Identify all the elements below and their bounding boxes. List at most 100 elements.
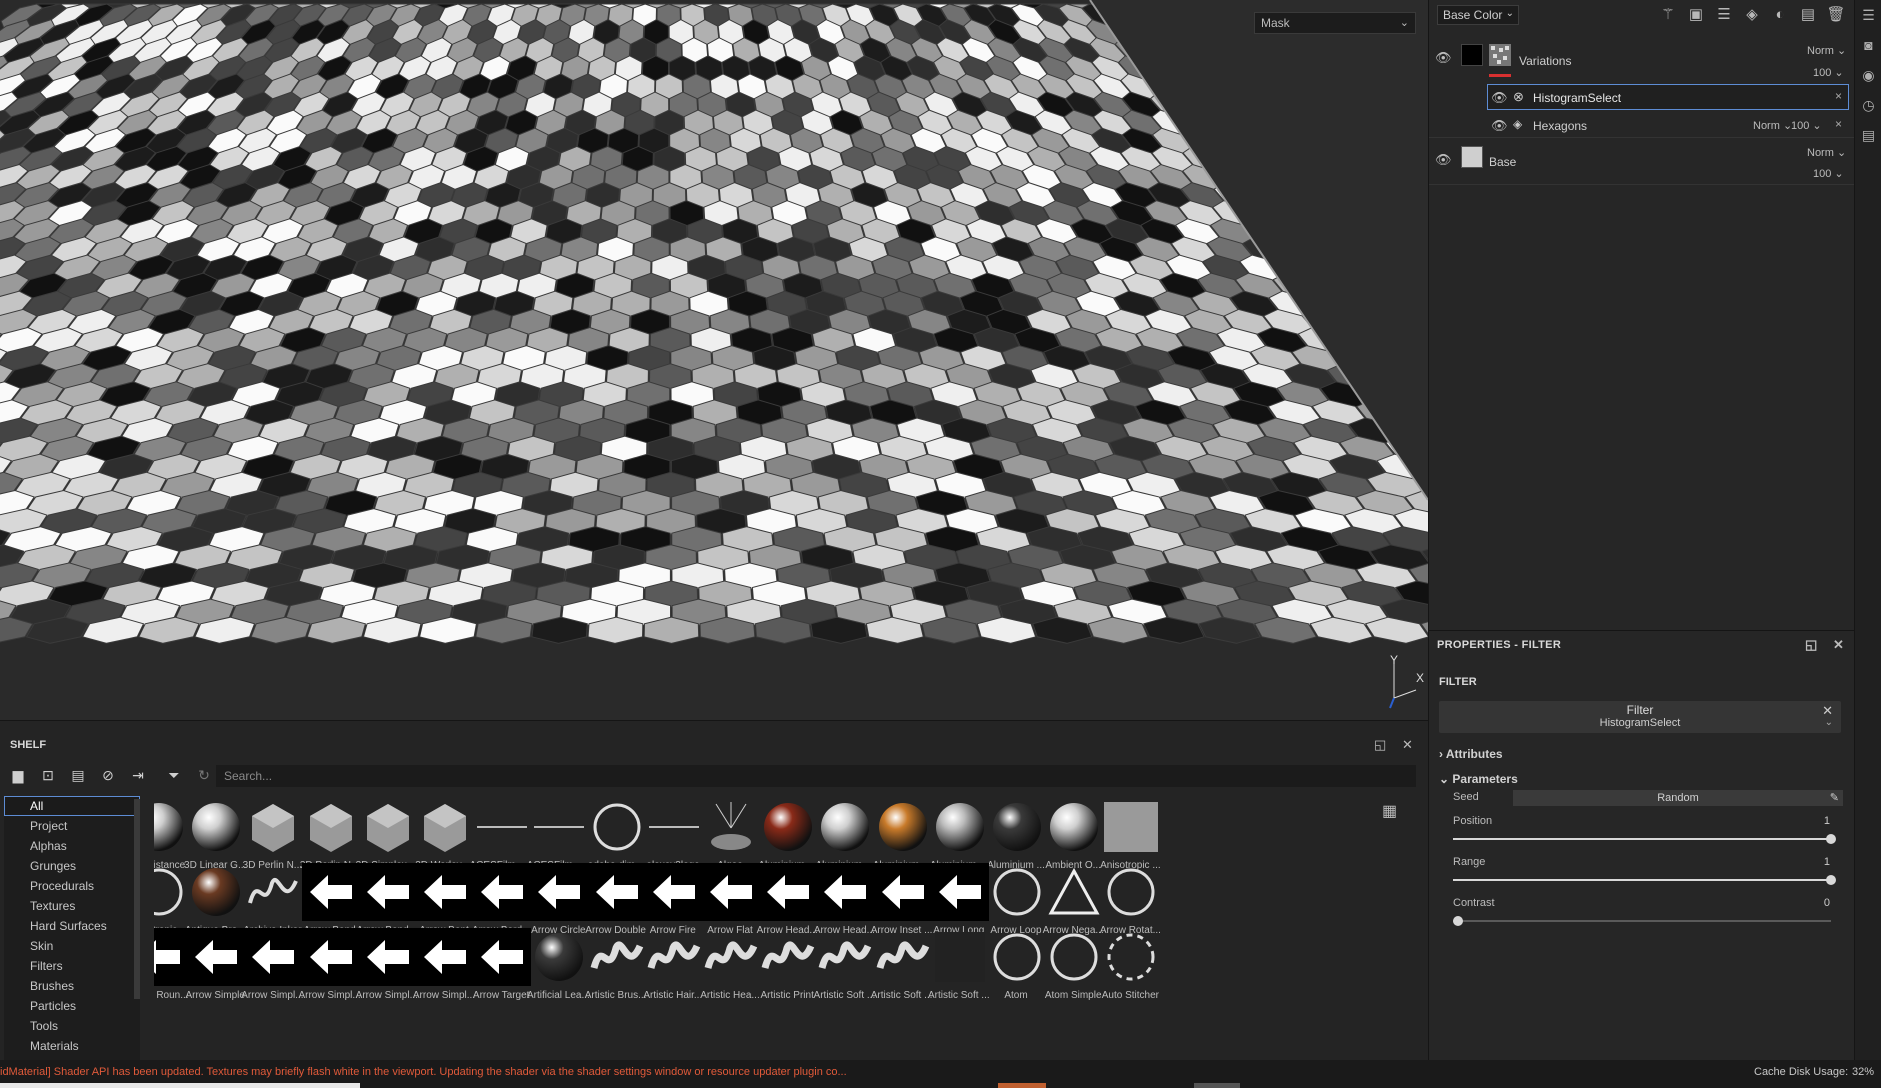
new-item-icon[interactable]: ⊡ — [38, 765, 58, 785]
contrast-slider[interactable] — [1453, 920, 1831, 922]
hexagon-floor-render — [0, 0, 1428, 720]
category-item[interactable]: All — [4, 796, 140, 816]
shelf-item-thumbnail — [1045, 798, 1103, 856]
category-item[interactable]: Grunges — [4, 856, 140, 876]
attributes-section[interactable]: › Attributes — [1439, 747, 1503, 761]
visibility-eye-icon[interactable]: 👁 — [1491, 90, 1509, 105]
filter-heading: FILTER — [1439, 676, 1477, 688]
archive-icon[interactable]: ▤ — [68, 765, 88, 785]
shelf-item-thumbnail — [988, 798, 1046, 856]
blend-mode[interactable]: Norm ⌄ — [1753, 119, 1792, 132]
parameters-section[interactable]: ⌄ Parameters — [1439, 772, 1518, 786]
cache-value: 32% — [1852, 1066, 1875, 1078]
import-icon[interactable]: ⇥ — [128, 765, 148, 785]
pencil-icon[interactable]: ✎ — [1830, 790, 1839, 806]
channel-select[interactable]: Base Color ⌄ — [1437, 5, 1519, 25]
shelf-item-thumbnail — [931, 928, 989, 986]
shelf-search-input[interactable]: Search... — [216, 765, 1416, 787]
filter-selector[interactable]: Filter HistogramSelect ✕ ⌄ — [1439, 701, 1841, 733]
axis-x-label: X — [1416, 671, 1424, 685]
category-item[interactable]: Skin — [4, 936, 140, 956]
category-item[interactable]: Particles — [4, 996, 140, 1016]
visibility-eye-icon[interactable]: 👁 — [1491, 118, 1509, 133]
trash-icon[interactable]: 🗑 — [1826, 4, 1846, 24]
categories-scrollbar[interactable] — [134, 799, 140, 999]
shelf-item-thumbnail — [988, 863, 1046, 921]
shelf-item-thumbnail — [645, 928, 703, 986]
layer-base[interactable]: 👁 Base Norm ⌄ 100 ⌄ — [1429, 140, 1855, 182]
category-item[interactable]: Tools — [4, 1016, 140, 1036]
range-value[interactable]: 1 — [1824, 856, 1830, 868]
chevron-down-icon[interactable]: ⌄ — [1825, 717, 1833, 728]
visibility-eye-icon[interactable]: 👁 — [1435, 152, 1453, 167]
layer-opacity[interactable]: 100 ⌄ — [1813, 167, 1844, 180]
environment-icon[interactable]: ◉ — [1855, 60, 1881, 90]
shelf-categories: All Project Alphas Grunges Procedurals Textur… — [4, 796, 140, 1061]
category-item[interactable]: Materials — [4, 1036, 140, 1056]
camera-icon[interactable]: ◙ — [1855, 30, 1881, 60]
random-seed-button[interactable]: Random ✎ — [1513, 790, 1843, 806]
position-slider[interactable] — [1453, 838, 1831, 840]
magic-wand-icon[interactable]: ⚚ — [1658, 4, 1678, 24]
shelf-item-thumbnail — [816, 928, 874, 986]
shelf-item[interactable]: Auto Stitcher — [1096, 928, 1164, 1006]
layer-variations[interactable]: 👁 Variations Norm ⌄ 100 ⌄ — [1429, 36, 1855, 79]
maximize-icon[interactable]: ◱ — [1805, 637, 1818, 653]
folder-icon[interactable]: ▆ — [8, 765, 28, 785]
category-item[interactable]: Project — [4, 816, 140, 836]
layer-histogramselect[interactable]: 👁 ⊗ HistogramSelect × — [1429, 84, 1855, 110]
shelf-item-thumbnail — [759, 798, 817, 856]
history-icon[interactable]: ◷ — [1855, 90, 1881, 120]
layer-content-thumbnail[interactable] — [1461, 146, 1483, 168]
category-item[interactable]: Alphas — [4, 836, 140, 856]
viewport-mode-select[interactable]: Mask ⌄ — [1254, 12, 1416, 34]
blend-mode[interactable]: Norm ⌄ — [1807, 146, 1846, 159]
shelf-item-thumbnail — [702, 798, 760, 856]
shelf-item-thumbnail — [473, 798, 531, 856]
tab-indicator — [998, 1083, 1046, 1088]
range-slider[interactable] — [1453, 879, 1831, 881]
layer-opacity[interactable]: 100 ⌄ — [1813, 66, 1844, 79]
layer-mask-thumbnail[interactable] — [1461, 44, 1483, 66]
close-icon[interactable]: ✕ — [1833, 637, 1844, 653]
maximize-icon[interactable]: ◱ — [1374, 737, 1386, 753]
refresh-icon[interactable]: ↻ — [194, 765, 214, 785]
grid-view-icon[interactable]: ▦ — [1382, 801, 1397, 821]
close-icon[interactable]: ✕ — [1402, 737, 1413, 753]
effect-icon[interactable]: ◐ — [1770, 4, 1790, 24]
range-slider-knob[interactable] — [1826, 875, 1836, 885]
axis-y-label: Y — [1390, 653, 1398, 667]
layer-stack-icon[interactable]: ☰ — [1714, 4, 1734, 24]
shelf-item-thumbnail — [530, 798, 588, 856]
category-item[interactable]: Procedurals — [4, 876, 140, 896]
filter-icon[interactable]: ⏷ — [164, 765, 184, 785]
position-slider-knob[interactable] — [1826, 834, 1836, 844]
folder-add-icon[interactable]: ▤ — [1798, 4, 1818, 24]
hide-icon[interactable]: ⊘ — [98, 765, 118, 785]
paint-bucket-icon[interactable]: ◈ — [1742, 4, 1762, 24]
layer-hexagons[interactable]: 👁 ◈ Hexagons Norm ⌄ 100 ⌄ × — [1429, 112, 1855, 138]
visibility-eye-icon[interactable]: 👁 — [1435, 50, 1453, 65]
shelf-item-thumbnail — [759, 928, 817, 986]
layer-content-thumbnail[interactable] — [1489, 44, 1511, 66]
shelf-title: SHELF — [10, 739, 47, 751]
blend-mode[interactable]: Norm ⌄ — [1807, 44, 1846, 57]
close-icon[interactable]: × — [1835, 117, 1842, 131]
category-item[interactable]: Filters — [4, 956, 140, 976]
shelf-item-thumbnail — [1045, 863, 1103, 921]
shelf-grid: 3D Distance3D Linear G...3D Perlin N...3… — [154, 798, 1414, 1060]
close-icon[interactable]: × — [1835, 89, 1842, 103]
fill-layer-icon[interactable]: ▣ — [1686, 4, 1706, 24]
3d-viewport[interactable]: Mask ⌄ Y X — [0, 0, 1428, 720]
contrast-slider-knob[interactable] — [1453, 916, 1463, 926]
log-icon[interactable]: ▤ — [1855, 120, 1881, 150]
contrast-value[interactable]: 0 — [1824, 897, 1830, 909]
category-item[interactable]: Brushes — [4, 976, 140, 996]
layers-panel-icon[interactable]: ☰ — [1855, 0, 1881, 30]
position-value[interactable]: 1 — [1824, 815, 1830, 827]
layer-opacity[interactable]: 100 ⌄ — [1791, 119, 1822, 132]
layer-name: HistogramSelect — [1533, 91, 1622, 105]
category-item[interactable]: Hard Surfaces — [4, 916, 140, 936]
category-item[interactable]: Textures — [4, 896, 140, 916]
right-tool-strip: ☰ ◙ ◉ ◷ ▤ — [1854, 0, 1881, 1060]
